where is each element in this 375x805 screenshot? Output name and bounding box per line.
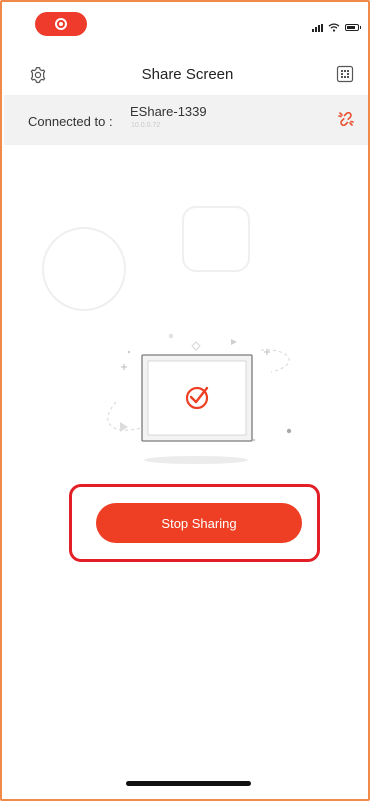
wifi-icon <box>328 23 340 32</box>
battery-icon <box>345 24 361 31</box>
screen-check-icon <box>107 334 292 464</box>
unlink-icon[interactable] <box>336 109 356 129</box>
status-bar <box>0 0 375 46</box>
device-ip: 10.0.0.72 <box>131 122 161 129</box>
overlay-rect-shape <box>182 206 250 272</box>
screen-recording-indicator[interactable] <box>35 12 87 36</box>
home-indicator[interactable] <box>126 781 251 786</box>
connected-label: Connected to : <box>28 114 113 129</box>
qr-scan-icon[interactable] <box>335 64 355 84</box>
signal-icon <box>312 23 323 32</box>
connection-bar: Connected to : EShare-1339 10.0.0.72 <box>4 95 368 145</box>
page-title: Share Screen <box>141 66 234 83</box>
stop-sharing-button[interactable]: Stop Sharing <box>96 503 302 543</box>
record-icon <box>55 18 67 30</box>
header: Share Screen <box>0 56 375 92</box>
overlay-circle-shape <box>42 227 126 311</box>
device-name: EShare-1339 <box>130 104 207 119</box>
status-icons <box>312 23 361 32</box>
